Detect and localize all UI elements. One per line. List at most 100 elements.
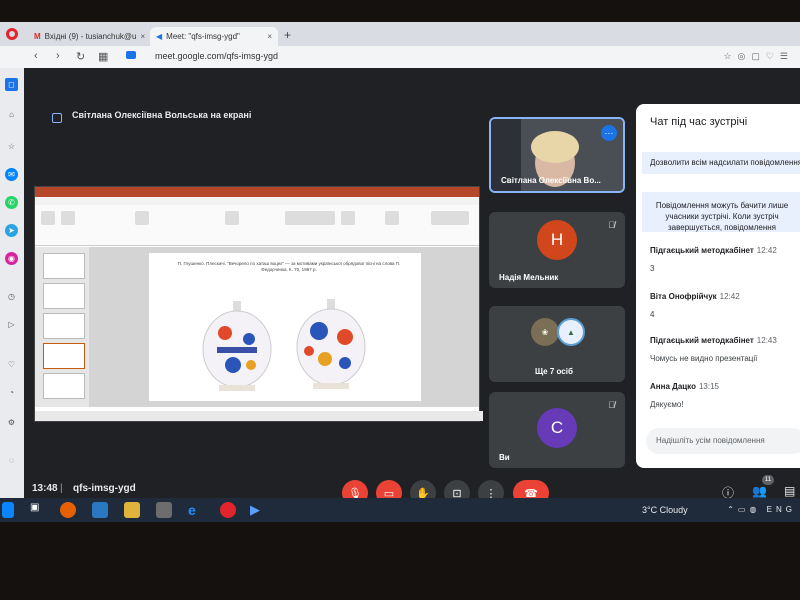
home-icon[interactable]: ⌂: [5, 108, 18, 121]
weather-widget[interactable]: 3°C Cloudy: [642, 505, 688, 515]
windows-start-icon[interactable]: [2, 502, 14, 518]
message-text: Чомусь не видно презентації: [650, 354, 758, 363]
participant-tile-presenter[interactable]: ⋯ Світлана Олексіївна Во...: [489, 117, 625, 193]
chat-message: Підгаєцький методкабінет 12:42 3: [650, 240, 798, 273]
tabs-grid-icon[interactable]: ▦: [98, 50, 108, 63]
message-time: 13:15: [698, 382, 719, 391]
settings-icon[interactable]: ⚙: [5, 416, 18, 429]
browser-tab-bar: M Вхідні (9) - tusianchuk@u × ◀ Meet: "q…: [0, 22, 800, 46]
slide-thumbnail: [43, 253, 85, 279]
slide-thumbnail: [43, 313, 85, 339]
heart-icon[interactable]: ♡: [5, 358, 18, 371]
ppt-ribbon-button: [431, 211, 469, 225]
participant-tile[interactable]: Н 🎙̸ Надія Мельник: [489, 212, 625, 288]
avatar: С: [537, 408, 577, 448]
history-icon[interactable]: ◷: [5, 290, 18, 303]
url-field[interactable]: meet.google.com/qfs-imsg-ygd: [155, 51, 278, 61]
ppt-ribbon-button: [41, 211, 55, 225]
ppt-ribbon-button: [385, 211, 399, 225]
system-tray[interactable]: ⌃▭◍ ENG: [727, 505, 796, 514]
ppt-ribbon-button: [61, 211, 75, 225]
slide: П. Глушенко. Плескачі. "Вечорело по хата…: [149, 253, 421, 401]
participant-name: Надія Мельник: [499, 273, 559, 282]
message-sender: Підгаєцький методкабінет: [650, 246, 754, 255]
messenger-icon[interactable]: ✉: [5, 168, 18, 181]
message-time: 12:42: [756, 246, 777, 255]
windows-taskbar: ▣ e ▶ 3°C Cloudy ⌃▭◍ ENG: [0, 498, 800, 522]
message-time: 12:43: [756, 336, 777, 345]
play-icon[interactable]: ▷: [5, 318, 18, 331]
mail-icon[interactable]: [92, 502, 108, 518]
tab-meet[interactable]: ◀ Meet: "qfs-imsg-ygd" ×: [150, 27, 278, 46]
bulb-icon[interactable]: ◌: [5, 454, 18, 467]
gmail-icon: M: [34, 32, 41, 41]
message-sender: Віта Онофрійчук: [650, 292, 717, 301]
message-text: Дякуємо!: [650, 400, 684, 409]
participant-name: Ви: [499, 453, 510, 462]
telegram-icon[interactable]: ➤: [5, 224, 18, 237]
message-sender: Анна Дацко: [650, 382, 696, 391]
ppt-ribbon-button: [341, 211, 355, 225]
meeting-code: qfs-imsg-ygd: [73, 483, 136, 494]
chat-message: Віта Онофрійчук 12:42 4: [650, 286, 798, 319]
separator: |: [60, 483, 63, 494]
back-icon[interactable]: ‹: [34, 50, 38, 62]
whatsapp-icon[interactable]: ✆: [5, 196, 18, 209]
presentation-icon: [52, 113, 62, 123]
ppt-ribbon-button: [285, 211, 335, 225]
tray-icons[interactable]: ⌃▭◍: [727, 505, 766, 514]
mic-off-icon: 🎙̸: [608, 220, 615, 230]
participant-tile-self[interactable]: С 🎙̸ Ви: [489, 392, 625, 468]
allow-messages-toggle[interactable]: Дозволити всім надсилати повідомлення: [642, 152, 800, 174]
shared-screen: П. Глушенко. Плескачі. "Вечорело по хата…: [34, 186, 483, 422]
star-icon[interactable]: ☆: [5, 140, 18, 153]
chat-message: Підгаєцький методкабінет 12:43 Чомусь не …: [650, 330, 798, 363]
opera-icon[interactable]: [220, 502, 236, 518]
tab-gmail[interactable]: M Вхідні (9) - tusianchuk@u ×: [28, 27, 146, 46]
slide-thumbnail: [43, 283, 85, 309]
chat-icon[interactable]: ▤: [784, 484, 795, 498]
close-icon[interactable]: ×: [140, 32, 145, 41]
message-text: 4: [650, 310, 655, 319]
firefox-icon[interactable]: [60, 502, 76, 518]
opera-logo-icon[interactable]: [6, 28, 18, 40]
toolbar-icons[interactable]: ☆◎▢♡☰: [723, 51, 794, 62]
mic-off-icon: 🎙̸: [608, 400, 615, 410]
media-player-icon[interactable]: ▶: [250, 502, 266, 518]
participant-name: Світлана Олексіївна Во...: [501, 176, 601, 185]
task-view-icon[interactable]: ▣: [30, 502, 46, 518]
address-bar: ‹ › ↻ ▦ meet.google.com/qfs-imsg-ygd ☆◎▢…: [0, 46, 800, 69]
chat-panel: Чат під час зустрічі Дозволити всім надс…: [636, 104, 800, 468]
chat-notice: Повідомлення можуть бачити лише учасники…: [642, 192, 800, 232]
screen: M Вхідні (9) - tusianchuk@u × ◀ Meet: "q…: [0, 22, 800, 522]
camera-icon: [126, 51, 136, 59]
reload-icon[interactable]: ↻: [76, 50, 85, 63]
store-icon[interactable]: [156, 502, 172, 518]
ppt-menu-bar: [35, 197, 479, 205]
avatar: ❀: [531, 318, 559, 346]
more-participants-label: Ще 7 осіб: [535, 367, 573, 376]
language-indicator[interactable]: ENG: [767, 505, 796, 514]
chat-title: Чат під час зустрічі: [650, 116, 748, 128]
ppt-thumbnails: [35, 247, 89, 407]
speaker-icon: ◀: [156, 32, 163, 41]
file-explorer-icon[interactable]: [124, 502, 140, 518]
browser-sidebar: ◻ ⌂ ☆ ✉ ✆ ➤ ◉ ◷ ▷ ♡ ◔ ⚙ ◌: [0, 68, 24, 498]
clock-icon[interactable]: ◔: [5, 386, 18, 399]
forward-icon[interactable]: ›: [56, 50, 60, 62]
new-tab-icon[interactable]: +: [284, 28, 291, 42]
speed-dial-icon[interactable]: ◻: [5, 78, 18, 91]
avatar: Н: [537, 220, 577, 260]
people-icon[interactable]: 👥: [752, 484, 767, 498]
more-participants-tile[interactable]: ❀ ▲ Ще 7 осіб: [489, 306, 625, 382]
tab-gmail-label: Вхідні (9) - tusianchuk@u: [44, 32, 137, 41]
more-options-icon[interactable]: ⋯: [601, 125, 617, 141]
ppt-title-bar: [35, 187, 479, 197]
avatar: ▲: [557, 318, 585, 346]
ceramic-flasks-image: [202, 299, 366, 391]
chat-message-input[interactable]: Надішліть усім повідомлення: [646, 428, 800, 454]
edge-icon[interactable]: e: [188, 502, 204, 518]
close-icon[interactable]: ×: [267, 32, 272, 41]
instagram-icon[interactable]: ◉: [5, 252, 18, 265]
message-time: 12:42: [719, 292, 740, 301]
